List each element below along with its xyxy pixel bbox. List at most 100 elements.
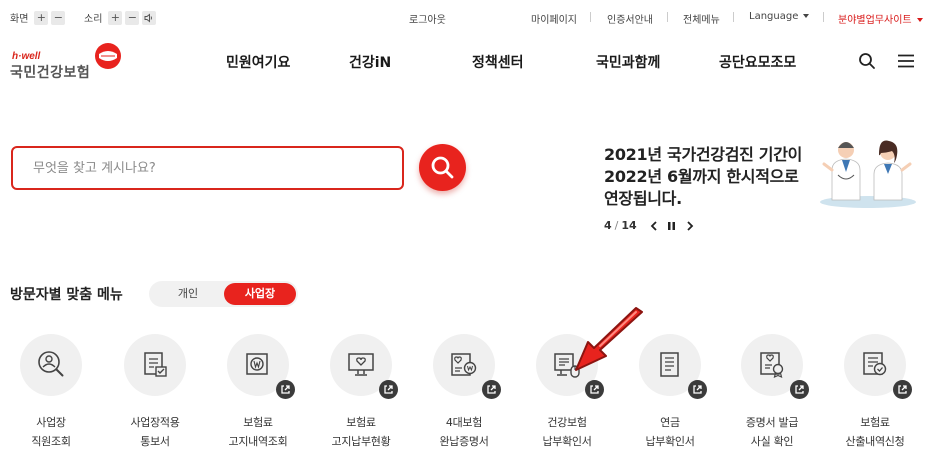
tab-business[interactable]: 사업장	[224, 283, 296, 305]
chevron-right-icon[interactable]	[686, 221, 694, 231]
nav-item-civil[interactable]: 민원여기요	[226, 52, 290, 72]
nav-item-health-in[interactable]: 건강iN	[349, 52, 391, 72]
menu-item-label: 증명서 발급사실 확인	[722, 413, 822, 451]
divider	[590, 12, 591, 22]
menu-item-certificate-fact-check[interactable]: 증명서 발급사실 확인	[722, 334, 822, 451]
menu-item-label: 사업장적용통보서	[105, 413, 205, 451]
speaker-icon[interactable]	[142, 10, 157, 25]
sound-up-button[interactable]: +	[108, 10, 123, 25]
search-box	[11, 146, 404, 190]
menu-item-line1: 보험료	[346, 416, 376, 429]
tab-individual[interactable]: 개인	[152, 283, 224, 305]
notice-line: 2022년 6월까지 한시적으로	[604, 167, 799, 186]
external-link-badge	[893, 380, 912, 399]
menu-item-label: 보험료산출내역신청	[825, 413, 925, 451]
menu-item-premium-payment-status[interactable]: 보험료고지납부현황	[311, 334, 411, 451]
external-link-icon	[693, 385, 702, 394]
menu-item-line2: 납부확인서	[645, 435, 695, 448]
menu-item-icon-circle	[433, 334, 501, 399]
menu-item-line1: 보험료	[860, 416, 890, 429]
nhis-logo[interactable]: h·well 국민건강보험	[10, 42, 130, 82]
nav-item-corporation[interactable]: 공단요모조모	[719, 52, 796, 72]
menu-item-employee-lookup[interactable]: 사업장 직원조회	[1, 334, 101, 451]
menu-item-line2: 고지내역조회	[228, 435, 288, 448]
caret-down-icon	[916, 18, 923, 22]
field-site-label: 분야별업무사이트	[838, 15, 912, 26]
divider	[823, 12, 824, 22]
screen-zoom-label: 화면	[10, 14, 29, 25]
chevron-left-icon[interactable]	[650, 221, 658, 231]
menu-item-line2: 완납증명서	[439, 435, 489, 448]
cert-guide-link[interactable]: 인증서안내	[607, 11, 653, 26]
menu-item-label: 보험료고지납부현황	[311, 413, 411, 451]
red-arrow-annotation	[575, 307, 643, 371]
external-link-badge	[790, 380, 809, 399]
menu-item-line2: 산출내역신청	[845, 435, 905, 448]
pause-icon[interactable]	[667, 221, 676, 231]
menu-item-line1: 사업장	[36, 416, 66, 429]
logo-name-text: 국민건강보험	[10, 65, 91, 81]
menu-item-label: 건강보험납부확인서	[517, 413, 617, 451]
menu-item-icon-circle	[330, 334, 398, 399]
external-link-badge	[276, 380, 295, 399]
search-button[interactable]	[419, 144, 466, 191]
external-link-icon	[384, 385, 393, 394]
user-search-icon	[38, 351, 64, 377]
notice-banner[interactable]: 2021년 국가건강검진 기간이 2022년 6월까지 한시적으로 연장됩니다.	[604, 144, 819, 210]
menu-item-line1: 증명서 발급	[745, 416, 799, 429]
menu-item-full-payment-certificate[interactable]: 4대보험 완납증명서	[414, 334, 514, 451]
menu-item-icon-circle	[227, 334, 295, 399]
monitor-heart-icon	[348, 353, 374, 376]
field-site-select[interactable]: 분야별업무사이트	[838, 11, 923, 26]
divider	[733, 12, 734, 22]
heart-won-card-icon	[451, 353, 477, 376]
menu-item-application-notice[interactable]: 사업장적용통보서	[105, 334, 205, 451]
pager-current: 4	[604, 219, 612, 232]
won-document-icon	[246, 353, 268, 375]
notice-pager: 4/14	[604, 219, 637, 232]
language-select[interactable]: Language	[749, 11, 810, 22]
screen-zoom-out-button[interactable]: −	[51, 10, 66, 25]
doctors-illustration	[820, 140, 916, 208]
sound-label: 소리	[84, 14, 103, 25]
hamburger-menu-icon[interactable]	[897, 54, 915, 68]
menu-item-premium-calculation-request[interactable]: 보험료산출내역신청	[825, 334, 925, 451]
notice-line: 2021년 국가건강검진 기간이	[604, 145, 803, 164]
all-menu-link[interactable]: 전체메뉴	[683, 11, 720, 26]
external-link-badge	[585, 380, 604, 399]
external-link-icon	[487, 385, 496, 394]
external-link-icon	[281, 385, 290, 394]
menu-item-line2: 통보서	[140, 435, 170, 448]
screen-zoom-in-button[interactable]: +	[34, 10, 49, 25]
menu-item-line1: 건강보험	[547, 416, 587, 429]
external-link-icon	[795, 385, 804, 394]
external-link-icon	[898, 385, 907, 394]
external-link-badge	[482, 380, 501, 399]
search-input[interactable]	[13, 148, 402, 188]
menu-item-line2: 사실 확인	[750, 435, 794, 448]
nav-item-policy[interactable]: 정책센터	[472, 52, 524, 72]
sound-control: 소리 + −	[84, 10, 157, 25]
menu-item-line2: 고지납부현황	[331, 435, 391, 448]
nav-item-together[interactable]: 국민과함께	[596, 52, 660, 72]
visitor-menu-title: 방문자별 맞춤 메뉴	[10, 287, 123, 303]
certificate-ribbon-icon	[760, 352, 784, 379]
pager-separator: /	[614, 219, 619, 232]
divider	[667, 12, 668, 22]
caret-down-icon	[803, 14, 810, 18]
menu-item-line2: 납부확인서	[542, 435, 592, 448]
menu-item-premium-notice-lookup[interactable]: 보험료 고지내역조회	[208, 334, 308, 451]
menu-item-line1: 사업장적용	[130, 416, 180, 429]
logout-link[interactable]: 로그아웃	[409, 11, 446, 26]
external-link-icon	[590, 385, 599, 394]
language-label: Language	[749, 11, 799, 22]
search-icon[interactable]	[858, 52, 876, 70]
logo-hwell-text: h·well	[12, 51, 41, 62]
utility-bar: 화면 + − 소리 + − 로그아웃 마이페이지 인증서안내 전체메뉴 Lang…	[0, 0, 929, 34]
mypage-link[interactable]: 마이페이지	[531, 11, 577, 26]
menu-item-icon-circle	[124, 334, 186, 396]
menu-item-line1: 연금	[660, 416, 680, 429]
screen-zoom-control: 화면 + −	[10, 10, 66, 25]
document-check-icon	[144, 352, 167, 377]
sound-down-button[interactable]: −	[125, 10, 140, 25]
